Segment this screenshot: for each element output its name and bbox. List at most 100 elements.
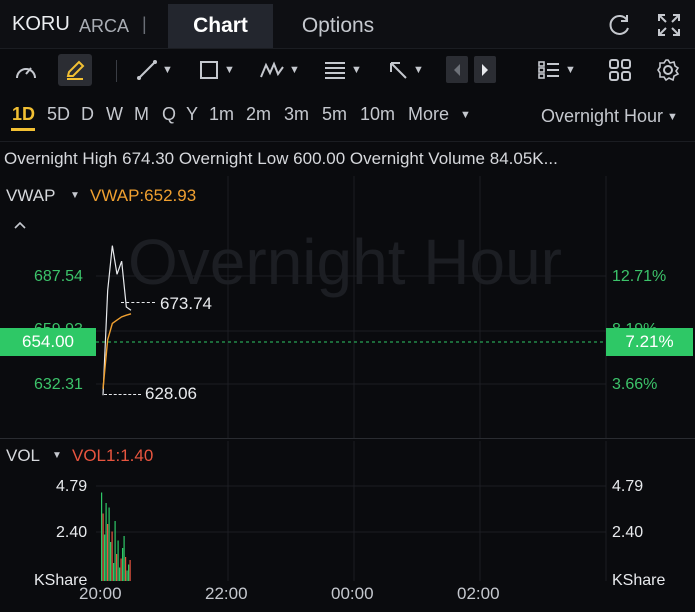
vol-right-axis-label: 4.79 (612, 478, 644, 495)
volume-bar (116, 554, 118, 581)
volume-bar (108, 507, 110, 581)
high-label: 673.74 (160, 294, 212, 313)
chevron-down-icon: ▼ (224, 64, 235, 76)
line-tool[interactable]: ▼ (136, 56, 173, 84)
volume-bar (102, 513, 104, 581)
right-axis-label: 3.66% (612, 376, 658, 393)
timeframe-y[interactable]: Y (186, 104, 198, 125)
watermark: Overnight Hour (128, 226, 562, 298)
volume-bar (110, 542, 112, 581)
right-axis-label: 12.71% (612, 268, 667, 285)
low-label: 628.06 (145, 384, 197, 403)
volume-indicator-name[interactable]: VOL (6, 446, 40, 466)
divider (0, 141, 695, 142)
current-percent-tag: 7.21% (606, 328, 693, 356)
time-axis-label: 20:00 (79, 584, 122, 603)
timeframe-q[interactable]: Q (162, 104, 176, 125)
list-icon (538, 61, 559, 79)
line-icon (137, 60, 157, 80)
timeframe-5m[interactable]: 5m (322, 104, 347, 125)
low-marker-line (104, 394, 141, 395)
cursor-tool[interactable]: ▼ (387, 56, 424, 84)
volume-bar (120, 558, 122, 581)
left-axis-label: 632.31 (34, 376, 83, 393)
vol-right-axis-label: 2.40 (612, 524, 644, 541)
next-icon (482, 63, 488, 76)
current-price-tag: 654.00 (0, 328, 96, 356)
volume-value: VOL1:1.40 (72, 446, 154, 465)
volume-bar (101, 492, 103, 581)
price-chart[interactable]: Overnight Hour (0, 176, 695, 438)
vwap-line (102, 313, 132, 389)
volume-bar (114, 521, 116, 581)
wave-icon (260, 61, 284, 78)
list-tool[interactable]: ▼ (537, 56, 576, 84)
vol-left-axis-label: 4.79 (56, 478, 88, 495)
time-axis-label: 22:00 (205, 584, 248, 603)
volume-bar (126, 570, 128, 581)
panel-divider (0, 438, 695, 439)
toolbar-divider (116, 60, 117, 82)
gauge-icon[interactable] (14, 60, 38, 82)
active-timeframe-indicator (11, 128, 35, 131)
arrow-cursor-icon (390, 62, 407, 79)
volume-bar (123, 536, 125, 581)
chevron-down-icon: ▼ (351, 64, 362, 76)
volume-bar (107, 524, 109, 581)
volume-bar (119, 567, 121, 581)
timeframe-m[interactable]: M (134, 104, 149, 125)
tab-options[interactable]: Options (273, 4, 403, 48)
timeframe-more[interactable]: More (408, 104, 449, 125)
draw-pen-button[interactable] (58, 54, 92, 86)
overnight-summary: Overnight High 674.30 Overnight Low 600.… (4, 149, 558, 168)
rectangle-icon (200, 61, 218, 79)
volume-bars (101, 492, 131, 581)
volume-bar (125, 557, 127, 581)
left-axis-label: 687.54 (34, 268, 83, 285)
chevron-down-icon[interactable]: ▼ (667, 111, 678, 123)
volume-bar (105, 503, 107, 581)
timeframe-5d[interactable]: 5D (47, 104, 70, 125)
timeframe-d[interactable]: D (81, 104, 94, 125)
fib-tool[interactable]: ▼ (323, 56, 362, 84)
rectangle-tool[interactable]: ▼ (198, 56, 235, 84)
prev-icon (454, 63, 460, 76)
vol-left-axis-label: 2.40 (56, 524, 88, 541)
settings-icon[interactable] (656, 58, 680, 82)
pen-icon (66, 60, 85, 80)
indicator-name[interactable]: VWAP (6, 186, 55, 206)
volume-bar (122, 548, 124, 581)
ticker-symbol[interactable]: KORU (12, 13, 70, 36)
timeframe-2m[interactable]: 2m (246, 104, 271, 125)
grid-icon[interactable] (608, 58, 632, 82)
fib-icon (325, 62, 345, 79)
timeframe-10m[interactable]: 10m (360, 104, 395, 125)
volume-bar (128, 564, 130, 581)
volume-bar (129, 560, 131, 581)
vwap-value: VWAP:652.93 (90, 186, 197, 205)
chevron-down-icon[interactable]: ▼ (52, 450, 62, 461)
time-axis-label: 00:00 (331, 584, 374, 603)
next-button[interactable] (474, 56, 496, 83)
timeframe-w[interactable]: W (106, 104, 123, 125)
high-marker-line (121, 302, 155, 303)
chevron-down-icon[interactable]: ▼ (460, 109, 471, 121)
prev-button[interactable] (446, 56, 468, 83)
timeframe-3m[interactable]: 3m (284, 104, 309, 125)
session-selector[interactable]: Overnight Hour (541, 106, 663, 127)
volume-bar (104, 534, 106, 581)
collapse-icon[interactable] (12, 219, 28, 231)
pattern-tool[interactable]: ▼ (259, 56, 300, 84)
volume-grid (96, 441, 607, 581)
expand-icon[interactable] (656, 12, 682, 38)
volume-bar (113, 563, 115, 581)
refresh-icon[interactable] (607, 12, 633, 38)
timeframe-1d[interactable]: 1D (12, 104, 35, 125)
vol-right-axis-label: KShare (612, 572, 666, 589)
chevron-down-icon[interactable]: ▼ (70, 190, 80, 201)
time-axis-label: 02:00 (457, 584, 500, 603)
timeframe-1m[interactable]: 1m (209, 104, 234, 125)
tab-chart[interactable]: Chart (168, 4, 273, 48)
chevron-down-icon: ▼ (413, 64, 424, 76)
chevron-down-icon: ▼ (289, 64, 300, 76)
